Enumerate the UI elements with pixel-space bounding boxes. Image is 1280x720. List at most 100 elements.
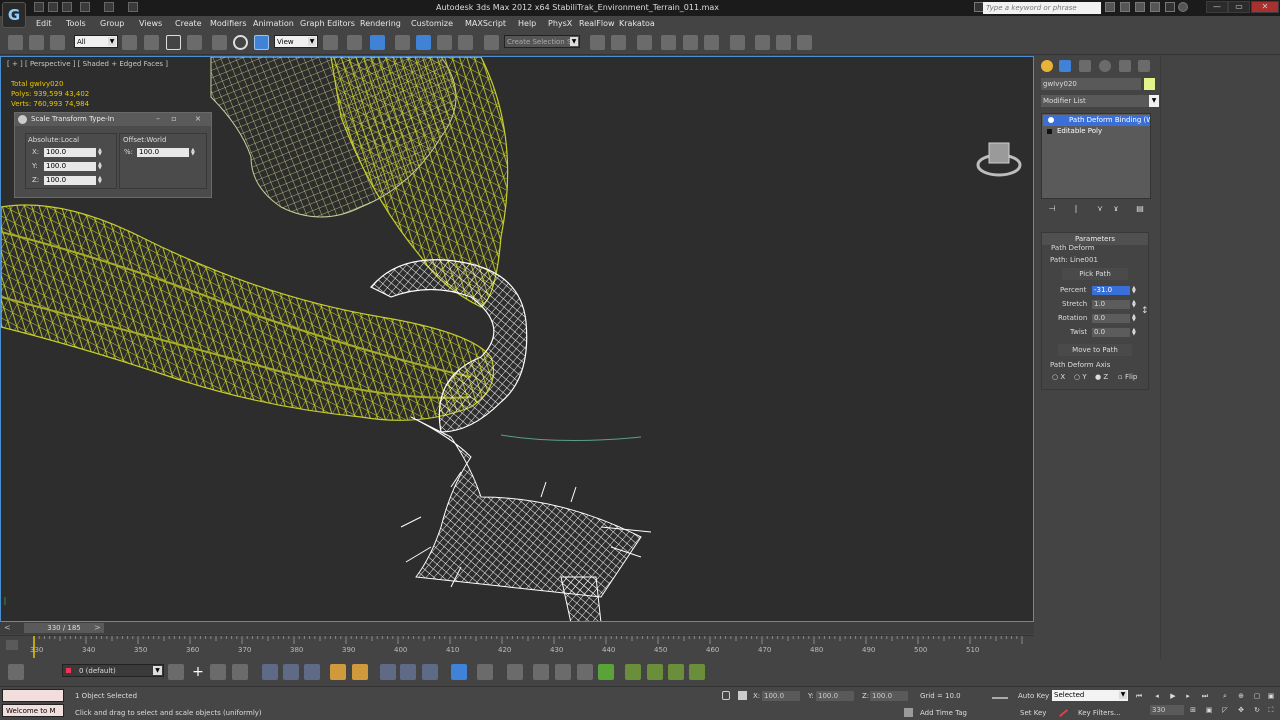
absolute-x-spinner[interactable]: ▲ ▼ xyxy=(98,148,103,157)
axis-y-radio[interactable]: ○ Y xyxy=(1074,373,1087,381)
menu-graph-editors[interactable]: Graph Editors xyxy=(300,19,355,28)
menu-modifiers[interactable]: Modifiers xyxy=(210,19,247,28)
create-tab-icon[interactable] xyxy=(1041,60,1053,72)
time-slider-thumb[interactable]: 330 / 185 xyxy=(24,623,104,633)
brush-presets-icon[interactable] xyxy=(451,664,467,680)
set-current-layer-icon[interactable] xyxy=(232,664,248,680)
favorites-star-icon[interactable] xyxy=(1150,2,1160,12)
path-deform-icon[interactable] xyxy=(555,664,571,680)
dialog-title[interactable]: Scale Transform Type-In – ▫ × xyxy=(15,113,211,126)
axis-constraint-icon[interactable] xyxy=(380,664,396,680)
menu-create[interactable]: Create xyxy=(175,19,202,28)
previous-frame-icon[interactable]: ◂ xyxy=(1152,691,1162,701)
snaps-toggle-icon[interactable] xyxy=(395,35,410,50)
search-input[interactable]: Type a keyword or phrase xyxy=(983,2,1101,14)
percent-spinner[interactable]: ▲ ▼ xyxy=(1132,286,1137,295)
hierarchy-tab-icon[interactable] xyxy=(1079,60,1091,72)
twist-spinner[interactable]: ▲ ▼ xyxy=(1132,328,1137,337)
array-icon[interactable] xyxy=(400,664,416,680)
absolute-z-field[interactable]: 100.0 xyxy=(44,176,96,185)
layer-manager-icon[interactable] xyxy=(168,664,184,680)
add-layer-icon[interactable]: + xyxy=(190,664,206,680)
select-objects-in-layer-icon[interactable] xyxy=(210,664,226,680)
menu-realflow[interactable]: RealFlow xyxy=(579,19,615,28)
menu-rendering[interactable]: Rendering xyxy=(360,19,401,28)
remove-modifier-icon[interactable]: ɤ xyxy=(1111,204,1121,214)
next-frame-icon[interactable]: ▸ xyxy=(1183,691,1193,701)
twist-field[interactable]: 0.0 xyxy=(1092,328,1130,337)
save-file-icon[interactable] xyxy=(62,2,72,12)
stretch-spinner[interactable]: ▲ ▼ xyxy=(1132,300,1137,309)
dialog-minimize-button[interactable]: – xyxy=(151,114,165,124)
show-end-result-icon[interactable]: | xyxy=(1071,204,1081,214)
open-file-icon[interactable] xyxy=(48,2,58,12)
viewport-label[interactable]: [ + ] [ Perspective ] [ Shaded + Edged F… xyxy=(7,60,168,68)
utilities-tab-icon[interactable] xyxy=(1138,60,1150,72)
stack-item-editable-poly[interactable]: Editable Poly xyxy=(1043,126,1150,137)
material-editor-icon[interactable] xyxy=(730,35,745,50)
track-bar[interactable]: 330 340 350 360 370 380 390 400 410 420 … xyxy=(0,635,1034,658)
modify-tab-icon[interactable] xyxy=(1059,60,1071,72)
paint-deform-icon[interactable] xyxy=(625,664,641,680)
absolute-y-spinner[interactable]: ▲ ▼ xyxy=(98,162,103,171)
scene-explorer-icon[interactable] xyxy=(689,664,705,680)
make-unique-icon[interactable]: ⋎ xyxy=(1095,204,1105,214)
redo-icon[interactable] xyxy=(104,2,114,12)
rendered-frame-window-icon[interactable] xyxy=(776,35,791,50)
extras-1-icon[interactable] xyxy=(262,664,278,680)
graphite-ribbon-icon[interactable] xyxy=(661,35,676,50)
zoom-extents-icon[interactable]: ▢ xyxy=(1252,691,1262,701)
rotation-spinner[interactable]: ▲ ▼ xyxy=(1132,314,1137,323)
pin-stack-icon[interactable]: ⊣ xyxy=(1047,204,1057,214)
unlink-icon[interactable] xyxy=(29,35,44,50)
menu-tools[interactable]: Tools xyxy=(66,19,86,28)
maximize-button[interactable]: ▭ xyxy=(1228,1,1250,13)
tree-icon[interactable] xyxy=(598,664,614,680)
time-configuration-icon[interactable]: ▣ xyxy=(1204,705,1214,715)
menu-help[interactable]: Help xyxy=(518,19,536,28)
link-icon[interactable] xyxy=(8,35,23,50)
orbit-icon[interactable]: ↻ xyxy=(1252,705,1262,715)
paint-objects-icon[interactable] xyxy=(647,664,663,680)
pivot-center-icon[interactable] xyxy=(323,35,338,50)
lock-selection-icon[interactable] xyxy=(722,691,730,700)
x-coord-field[interactable]: 100.0 xyxy=(762,691,800,701)
move-to-path-button[interactable]: Move to Path xyxy=(1058,344,1132,356)
render-setup-icon[interactable] xyxy=(755,35,770,50)
spacing-tool-icon[interactable] xyxy=(477,664,493,680)
clone-and-align-icon[interactable] xyxy=(507,664,523,680)
new-file-icon[interactable] xyxy=(34,2,44,12)
selection-filter-dropdown[interactable]: All ▼ xyxy=(74,35,118,48)
display-tab-icon[interactable] xyxy=(1119,60,1131,72)
zoom-icon[interactable]: ⌕ xyxy=(1220,691,1230,701)
minimize-button[interactable]: — xyxy=(1206,1,1228,13)
pick-path-button[interactable]: Pick Path xyxy=(1062,268,1128,280)
maxscript-mini-listener[interactable]: Welcome to M xyxy=(2,704,64,717)
axis-z-radio[interactable]: ● Z xyxy=(1095,373,1108,381)
help-icon[interactable] xyxy=(1178,2,1188,12)
named-selection-dropdown[interactable]: Create Selection Se ▼ xyxy=(504,35,580,48)
object-color-swatch[interactable] xyxy=(1144,78,1155,90)
binoculars-icon[interactable] xyxy=(1105,2,1115,12)
viewcube-icon[interactable] xyxy=(976,137,1022,179)
spinner-snap-icon[interactable] xyxy=(458,35,473,50)
scatter-icon[interactable] xyxy=(577,664,593,680)
angle-snap-icon[interactable] xyxy=(416,35,431,50)
window-crossing-icon[interactable] xyxy=(187,35,202,50)
layers-toolbar-icon[interactable] xyxy=(8,664,24,680)
key-filters-button[interactable]: Key Filters... xyxy=(1078,709,1121,717)
field-of-view-icon[interactable]: ◸ xyxy=(1220,705,1230,715)
menu-views[interactable]: Views xyxy=(139,19,162,28)
menu-maxscript[interactable]: MAXScript xyxy=(465,19,506,28)
close-button[interactable]: ✕ xyxy=(1251,1,1279,13)
object-paint-icon[interactable] xyxy=(668,664,684,680)
rotation-field[interactable]: 0.0 xyxy=(1092,314,1130,323)
dialog-close-button[interactable]: × xyxy=(191,114,205,124)
curve-editor-icon[interactable] xyxy=(683,35,698,50)
key-mode-toggle-icon[interactable]: ⊞ xyxy=(1188,705,1198,715)
schematic-view-icon[interactable] xyxy=(704,35,719,50)
key-selection-dropdown[interactable]: Selected ▼ xyxy=(1052,690,1128,701)
expand-icon[interactable] xyxy=(1047,129,1052,134)
offset-percent-spinner[interactable]: ▲ ▼ xyxy=(191,148,196,157)
stack-item-path-deform[interactable]: Path Deform Binding (WS xyxy=(1043,115,1150,126)
